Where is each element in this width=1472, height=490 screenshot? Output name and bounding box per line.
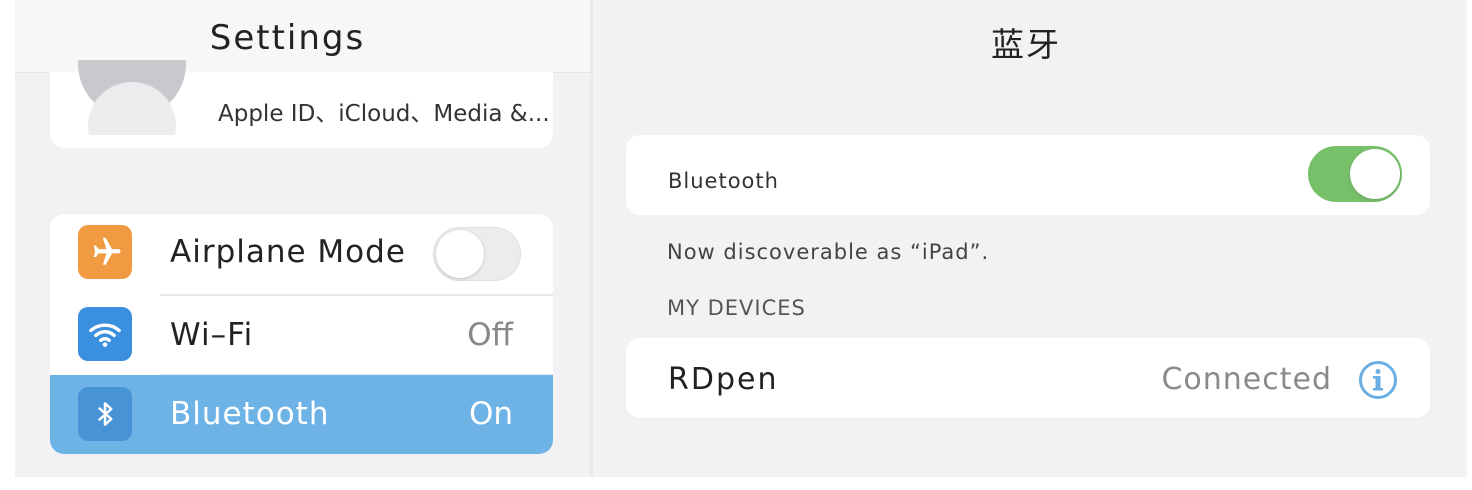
sidebar-item-wifi[interactable]: Wi–Fi Off xyxy=(50,295,553,375)
wifi-status-value: Off xyxy=(467,317,513,353)
airplane-mode-toggle[interactable] xyxy=(433,227,521,281)
sidebar-item-label: Bluetooth xyxy=(170,396,330,432)
sidebar-item-label: Wi–Fi xyxy=(170,317,254,353)
bluetooth-toggle-card: Bluetooth xyxy=(626,135,1430,215)
bluetooth-icon xyxy=(78,387,132,441)
settings-group: Airplane Mode Wi–Fi Off Bluetooth On xyxy=(50,214,553,454)
bluetooth-status-value: On xyxy=(468,396,513,432)
section-header-my-devices: MY DEVICES xyxy=(667,296,806,320)
bluetooth-toggle[interactable] xyxy=(1308,146,1402,202)
sidebar-item-label: Airplane Mode xyxy=(170,234,406,270)
bluetooth-toggle-label: Bluetooth xyxy=(668,169,779,193)
sidebar-title: Settings xyxy=(209,18,366,58)
sidebar-item-airplane-mode[interactable]: Airplane Mode xyxy=(50,214,553,294)
sidebar-item-bluetooth[interactable]: Bluetooth On xyxy=(50,375,553,454)
device-row[interactable]: RDpen Connected xyxy=(626,338,1430,418)
device-status: Connected xyxy=(1161,362,1332,397)
device-name: RDpen xyxy=(668,362,779,397)
profile-subtitle: Apple ID、iCloud、Media &... xyxy=(218,101,550,127)
bluetooth-detail-pane: 蓝牙 Bluetooth Now discoverable as “iPad”.… xyxy=(593,0,1467,477)
settings-sidebar: Settings Apple ID、iCloud、Media &... Airp… xyxy=(15,0,590,477)
discoverable-note: Now discoverable as “iPad”. xyxy=(667,240,990,264)
wifi-icon xyxy=(78,307,132,361)
avatar xyxy=(78,60,186,135)
airplane-icon xyxy=(78,225,132,279)
info-icon[interactable] xyxy=(1358,360,1398,400)
apple-id-profile-card[interactable]: Apple ID、iCloud、Media &... xyxy=(50,60,553,148)
page-title: 蓝牙 xyxy=(991,25,1061,64)
